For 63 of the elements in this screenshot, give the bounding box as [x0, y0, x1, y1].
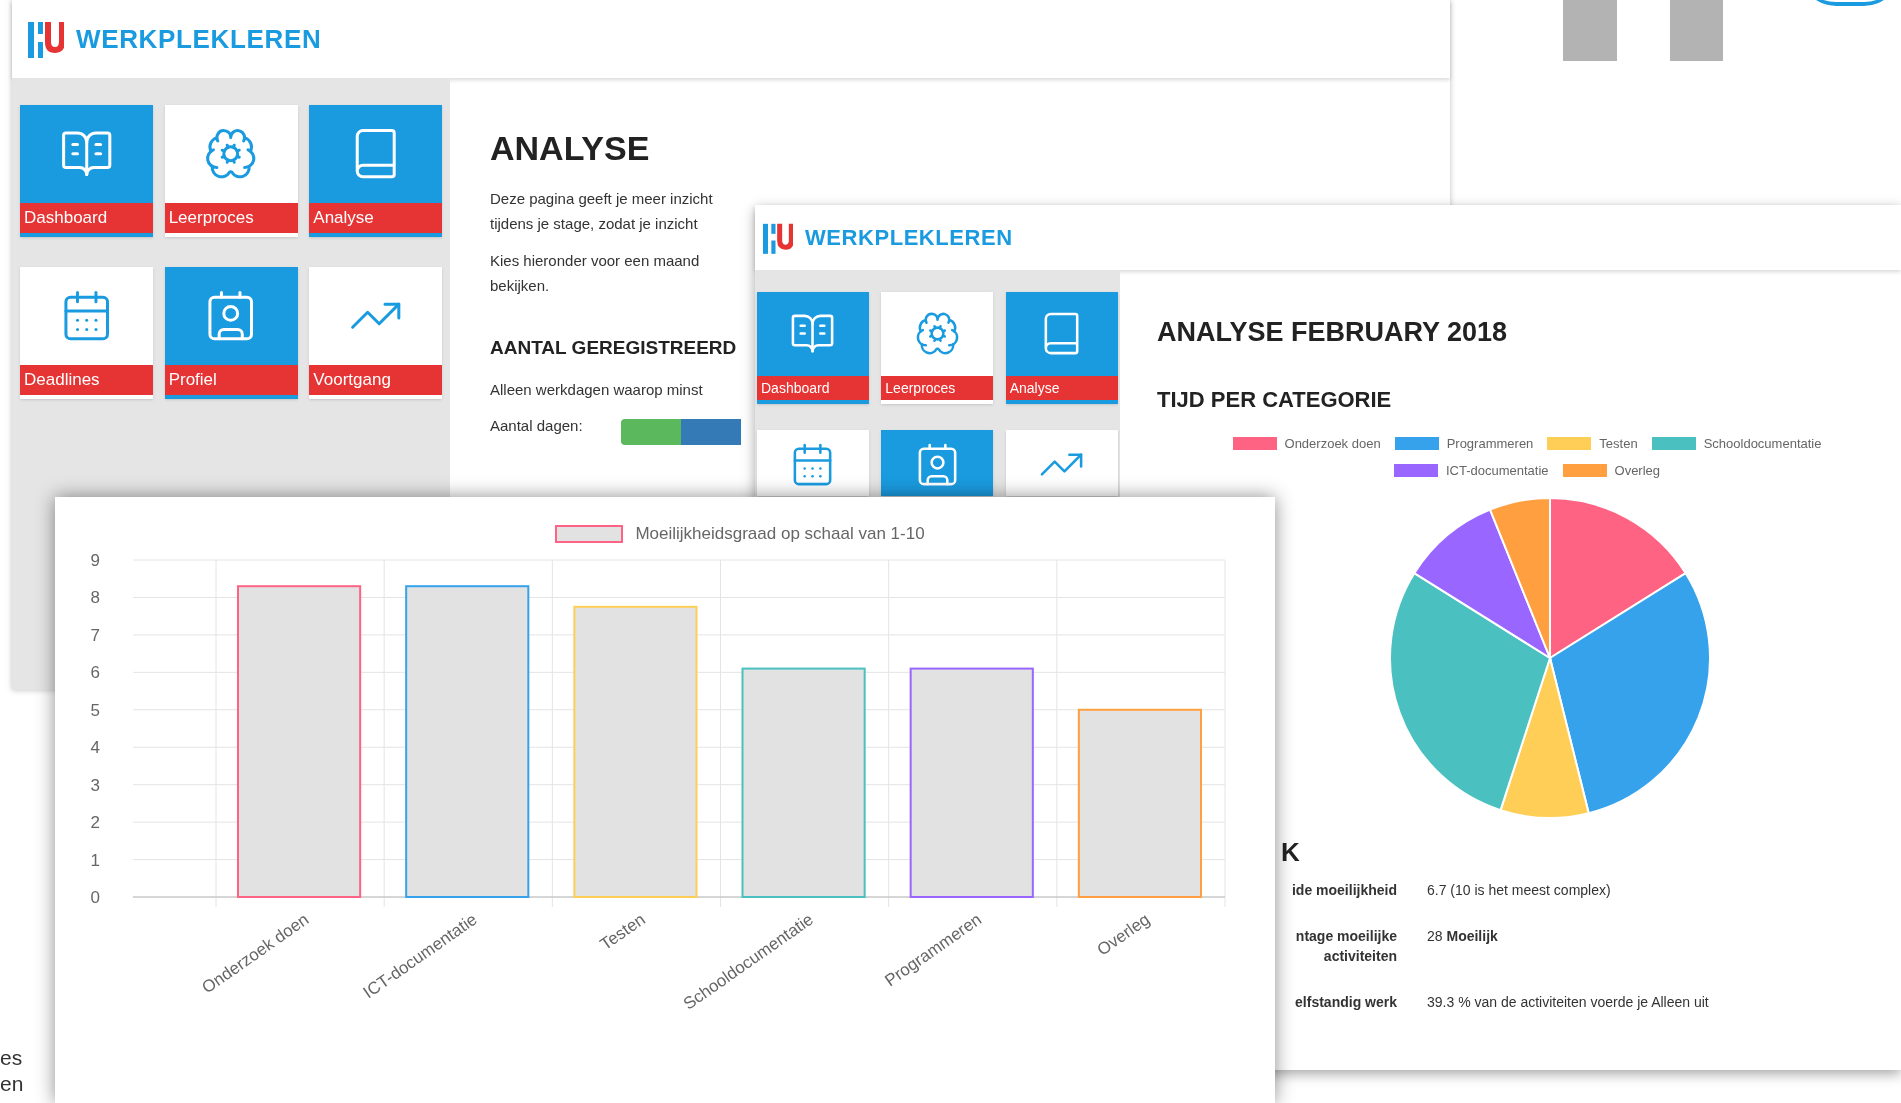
block-shape	[1563, 0, 1617, 61]
nav-tile[interactable]: Leerproces	[881, 292, 994, 404]
tile-label: Profiel	[164, 365, 298, 395]
page-title: ANALYSE	[490, 128, 650, 169]
y-tick-label: 8	[90, 588, 100, 608]
stat-value: 28 Moeilijk	[1427, 926, 1498, 946]
page-title: ANALYSE FEBRUARY 2018	[1157, 316, 1509, 349]
tile-label: Voortgang	[309, 365, 443, 395]
section-heading: K	[1281, 836, 1300, 867]
nav-tile[interactable]	[881, 430, 994, 496]
text-fragment: en	[0, 1071, 24, 1097]
legend-label: Schooldocumentatie	[1703, 434, 1822, 453]
intro-text: tijdens je stage, zodat je inzicht	[490, 214, 699, 234]
tile-label: Leerproces	[164, 203, 298, 233]
text-fragment: es	[0, 1045, 24, 1071]
legend-label: Onderzoek doen	[1284, 434, 1381, 453]
nav-tile[interactable]: Deadlines	[20, 267, 153, 399]
y-tick-label: 3	[90, 775, 100, 795]
intro-text: Deze pagina geeft je meer inzicht	[490, 189, 713, 209]
y-tick-label: 5	[90, 700, 100, 720]
nav-tile[interactable]: Analyse	[1005, 292, 1118, 404]
y-tick-label: 2	[90, 813, 100, 833]
legend-label: Programmeren	[1446, 434, 1534, 453]
y-tick-label: 1	[90, 850, 100, 870]
section-heading: AANTAL GEREGISTREERD	[490, 336, 737, 360]
nav-tile[interactable]: Voortgang	[309, 267, 443, 399]
nav-tile[interactable]: Leerproces	[164, 105, 298, 237]
nav-tile[interactable]	[757, 430, 869, 496]
legend-label: Overleg	[1614, 462, 1661, 480]
y-tick-label: 7	[90, 625, 100, 645]
y-tick-label: 4	[90, 738, 100, 758]
field-label: Aantal dagen:	[490, 416, 583, 436]
stat-value: 39.3 % van de activiteiten voerde je Alleen uit	[1427, 992, 1709, 1012]
y-tick-label: 0	[90, 888, 100, 907]
nav-tile[interactable]: Dashboard	[20, 105, 153, 237]
brand-name: WERKPLEKLEREN	[76, 22, 322, 56]
stat-value: 6.7 (10 is het meest complex)	[1427, 880, 1611, 900]
legend-label: ICT-documentatie	[1445, 462, 1549, 480]
section-heading: TIJD PER CATEGORIE	[1157, 385, 1393, 414]
brand-name: WERKPLEKLEREN	[805, 224, 1013, 252]
legend-label: Moeilijkheidsgraad op schaal van 1-10	[635, 523, 925, 545]
y-tick-label: 6	[90, 663, 100, 683]
nav-tile[interactable]: Profiel	[164, 267, 298, 399]
tile-label: Dashboard	[20, 203, 153, 233]
tile-label: Leerproces	[881, 376, 994, 400]
note-text: Alleen werkdagen waarop minst	[490, 379, 703, 400]
tile-label: Deadlines	[20, 365, 153, 395]
stat-label: elfstandig werk	[1295, 992, 1397, 1012]
nav-tile[interactable]	[1005, 430, 1118, 496]
tile-label: Dashboard	[757, 376, 869, 400]
legend-label: Testen	[1599, 434, 1638, 453]
legend-swatch	[555, 524, 624, 543]
block-shape	[1670, 0, 1723, 61]
nav-tile[interactable]: Analyse	[309, 105, 443, 237]
stat-label: ide moeilijkheid	[1291, 880, 1397, 900]
y-tick-label: 9	[90, 551, 100, 570]
instruction-text: Kies hieronder voor een maand	[490, 251, 700, 271]
stat-label: ntage moeilijke	[1295, 926, 1397, 946]
instruction-text: bekijken.	[490, 276, 551, 296]
stat-label: activiteiten	[1323, 946, 1397, 966]
nav-tile[interactable]: Dashboard	[757, 292, 869, 404]
tile-label: Analyse	[1005, 376, 1118, 400]
tile-label: Analyse	[309, 203, 443, 233]
